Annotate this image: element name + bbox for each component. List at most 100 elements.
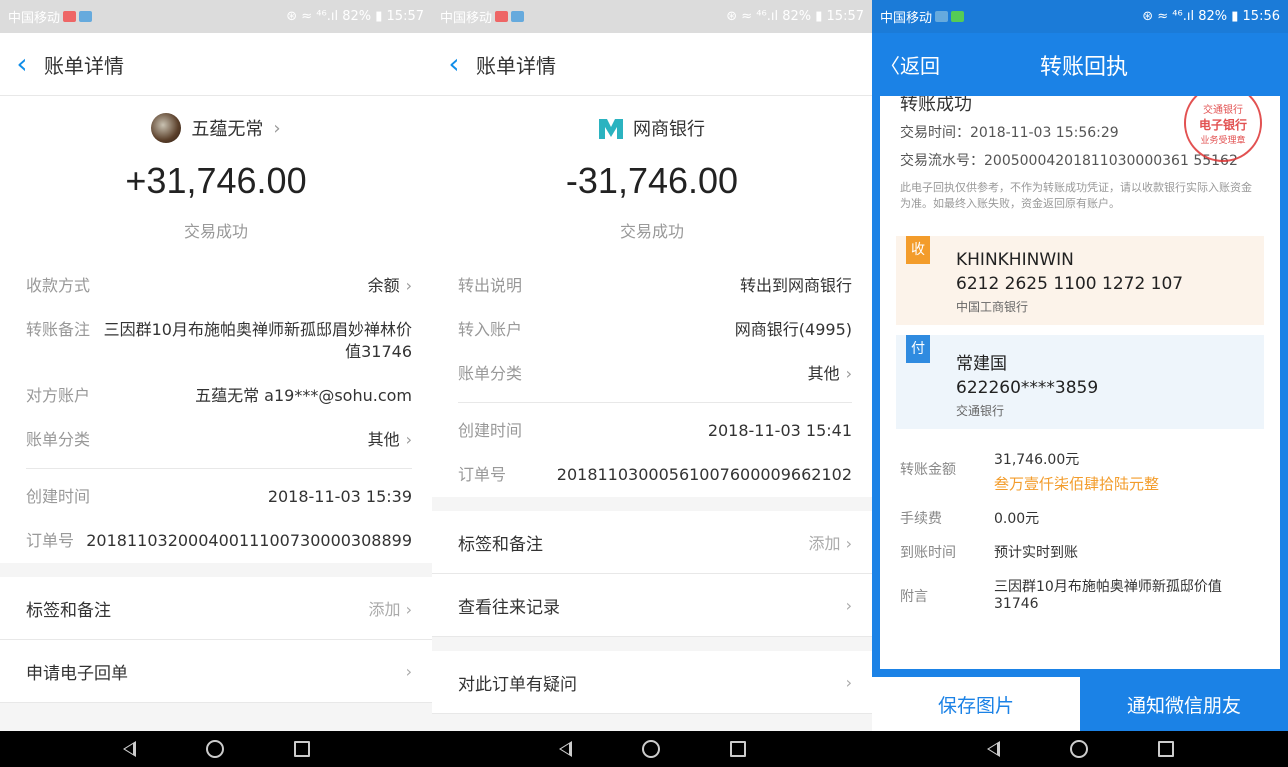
- recents-key-icon[interactable]: [293, 741, 310, 757]
- chevron-right-icon: ›: [405, 600, 412, 619]
- chevron-right-icon: ›: [405, 661, 412, 681]
- detail-row: 创建时间 2018-11-03 15:41: [458, 409, 852, 453]
- detail-value: 三因群10月布施帕奥禅师新孤邸眉妙禅林价值31746: [103, 320, 412, 361]
- detail-key: 账单分类: [458, 364, 523, 383]
- system-nav-bar: [432, 731, 872, 767]
- memo-label: 附言: [900, 589, 928, 605]
- chevron-right-icon: ›: [845, 364, 852, 383]
- detail-value: 2018-11-03 15:39: [267, 487, 412, 506]
- payer-block: 付 常建国 622260****3859 交通银行: [896, 335, 1264, 429]
- detail-list: 收款方式 余额 › 转账备注 三因群10月布施帕奥禅师新孤邸眉妙禅林价值31746 对方账…: [0, 256, 432, 563]
- status-bar: 中国移动 ⊛ ≈ ⁴⁶.ıl 82% ▮ 15:56: [872, 0, 1288, 33]
- tags-notes-label: 标签和备注: [458, 534, 543, 555]
- detail-value: 20181103000561007600009662102: [556, 465, 852, 484]
- bill-detail-received-screen: 中国移动 ⊛ ≈ ⁴⁶.ıl 82% ▮ 15:57 ‹ 账单详情 五蕴无常 ›…: [0, 0, 432, 767]
- wechat-notification-icon: [951, 11, 965, 22]
- home-key-icon[interactable]: [641, 740, 660, 758]
- status-text: 交易成功: [619, 222, 684, 241]
- status-text: 交易成功: [183, 222, 248, 241]
- counterparty: 网商银行: [432, 110, 872, 146]
- amount: +31,746.00: [125, 160, 307, 201]
- detail-row: 对方账户 五蕴无常 a19***@sohu.com: [26, 374, 412, 418]
- detail-key: 转账备注: [26, 320, 91, 339]
- home-key-icon[interactable]: [1069, 740, 1088, 758]
- back-icon[interactable]: ‹: [0, 50, 44, 78]
- tags-notes-row[interactable]: 标签和备注 添加 ›: [0, 577, 432, 640]
- question-row[interactable]: 对此订单有疑问 ›: [432, 651, 872, 714]
- detail-key: 订单号: [458, 465, 507, 484]
- fee-value: 0.00元: [994, 511, 1040, 527]
- detail-row: 转入账户 网商银行(4995): [458, 308, 852, 352]
- arrive-row: 到账时间 预计实时到账: [880, 542, 1280, 562]
- payer-name: 常建国: [956, 354, 1007, 374]
- message-notification-icon: [79, 11, 93, 22]
- history-label: 查看往来记录: [458, 597, 560, 618]
- notify-wechat-button[interactable]: 通知微信朋友: [1080, 677, 1288, 731]
- nav-bar: ‹ 账单详情: [432, 33, 872, 96]
- receiver-account: 6212 2625 1100 1272 107: [956, 274, 1184, 294]
- counterparty-name: 五蕴无常: [191, 119, 264, 140]
- detail-value: 网商银行(4995): [734, 320, 852, 339]
- back-key-icon[interactable]: [558, 741, 572, 757]
- status-indicators: ⊛ ≈ ⁴⁶.ıl 82% ▮ 15:57: [726, 9, 864, 24]
- detail-value: 五蕴无常 a19***@sohu.com: [195, 386, 412, 405]
- detail-value: 其他: [807, 364, 840, 383]
- memo-row: 附言 三因群10月布施帕奥禅师新孤邸价值31746: [880, 576, 1280, 612]
- mybank-logo-icon: [599, 119, 623, 139]
- question-label: 对此订单有疑问: [458, 674, 577, 695]
- nav-bar: ‹ 账单详情: [0, 33, 432, 96]
- receiver-tag: 收: [906, 236, 930, 264]
- detail-key: 转入账户: [458, 320, 523, 339]
- receiver-bank: 中国工商银行: [956, 300, 1029, 314]
- payer-account: 622260****3859: [956, 378, 1099, 398]
- receiver-name: KHINKHINWIN: [956, 250, 1074, 270]
- tags-notes-row[interactable]: 标签和备注 添加 ›: [432, 511, 872, 574]
- transfer-receipt-screen: 中国移动 ⊛ ≈ ⁴⁶.ıl 82% ▮ 15:56 〈返回 转账回执 转账成功…: [872, 0, 1288, 767]
- detail-row[interactable]: 账单分类 其他 ›: [458, 352, 852, 396]
- carrier-label: 中国移动: [440, 11, 493, 26]
- carrier-label: 中国移动: [8, 11, 61, 26]
- detail-row[interactable]: 账单分类 其他 ›: [26, 418, 412, 462]
- tags-notes-label: 标签和备注: [26, 600, 111, 621]
- recents-key-icon[interactable]: [729, 741, 746, 757]
- back-key-icon[interactable]: [122, 741, 136, 757]
- detail-row[interactable]: 收款方式 余额 ›: [26, 264, 412, 308]
- amount: -31,746.00: [565, 160, 739, 201]
- seal-mid-text: 电子银行: [1198, 117, 1247, 132]
- bill-detail-sent-screen: 中国移动 ⊛ ≈ ⁴⁶.ıl 82% ▮ 15:57 ‹ 账单详情 网商银行 -…: [432, 0, 872, 767]
- detail-row: 转账备注 三因群10月布施帕奥禅师新孤邸眉妙禅林价值31746: [26, 308, 412, 374]
- memo-value: 三因群10月布施帕奥禅师新孤邸价值31746: [994, 579, 1222, 612]
- page-title: 账单详情: [44, 53, 124, 78]
- recents-key-icon[interactable]: [1157, 741, 1174, 757]
- page-title: 转账回执: [1039, 54, 1128, 80]
- detail-key: 账单分类: [26, 430, 91, 449]
- detail-key: 收款方式: [26, 276, 91, 295]
- detail-key: 创建时间: [458, 421, 523, 440]
- receiver-block: 收 KHINKHINWIN 6212 2625 1100 1272 107 中国…: [896, 236, 1264, 325]
- action-bar: 保存图片 通知微信朋友: [872, 677, 1288, 731]
- page-title: 账单详情: [476, 53, 556, 78]
- add-hint: 添加: [808, 534, 841, 553]
- chevron-right-icon: ›: [845, 672, 852, 692]
- amount-chinese: 叁万壹仟柒佰肆拾陆元整: [994, 475, 1160, 493]
- counterparty-name: 网商银行: [633, 119, 705, 140]
- save-image-button[interactable]: 保存图片: [872, 677, 1080, 731]
- amount-row: 转账金额 31,746.00元 叁万壹仟柒佰肆拾陆元整: [880, 449, 1280, 494]
- detail-key: 创建时间: [26, 487, 91, 506]
- e-receipt-label: 申请电子回单: [26, 663, 128, 684]
- receipt-card: 转账成功 交易时间：2018-11-03 15:56:29 交易流水号：2005…: [880, 96, 1280, 669]
- back-icon[interactable]: ‹: [432, 50, 476, 78]
- home-key-icon[interactable]: [205, 740, 224, 758]
- avatar: [151, 113, 182, 143]
- counterparty[interactable]: 五蕴无常 ›: [0, 110, 432, 146]
- fee-label: 手续费: [900, 511, 942, 527]
- history-row[interactable]: 查看往来记录 ›: [432, 574, 872, 637]
- arrive-label: 到账时间: [900, 545, 956, 561]
- system-nav-bar: [0, 731, 432, 767]
- back-key-icon[interactable]: [986, 741, 1000, 757]
- status-indicators: ⊛ ≈ ⁴⁶.ıl 82% ▮ 15:57: [286, 9, 424, 24]
- back-button[interactable]: 〈返回: [872, 50, 966, 79]
- detail-key: 转出说明: [458, 276, 523, 295]
- e-receipt-row[interactable]: 申请电子回单 ›: [0, 640, 432, 703]
- detail-row: 订单号 20181103000561007600009662102: [458, 453, 852, 497]
